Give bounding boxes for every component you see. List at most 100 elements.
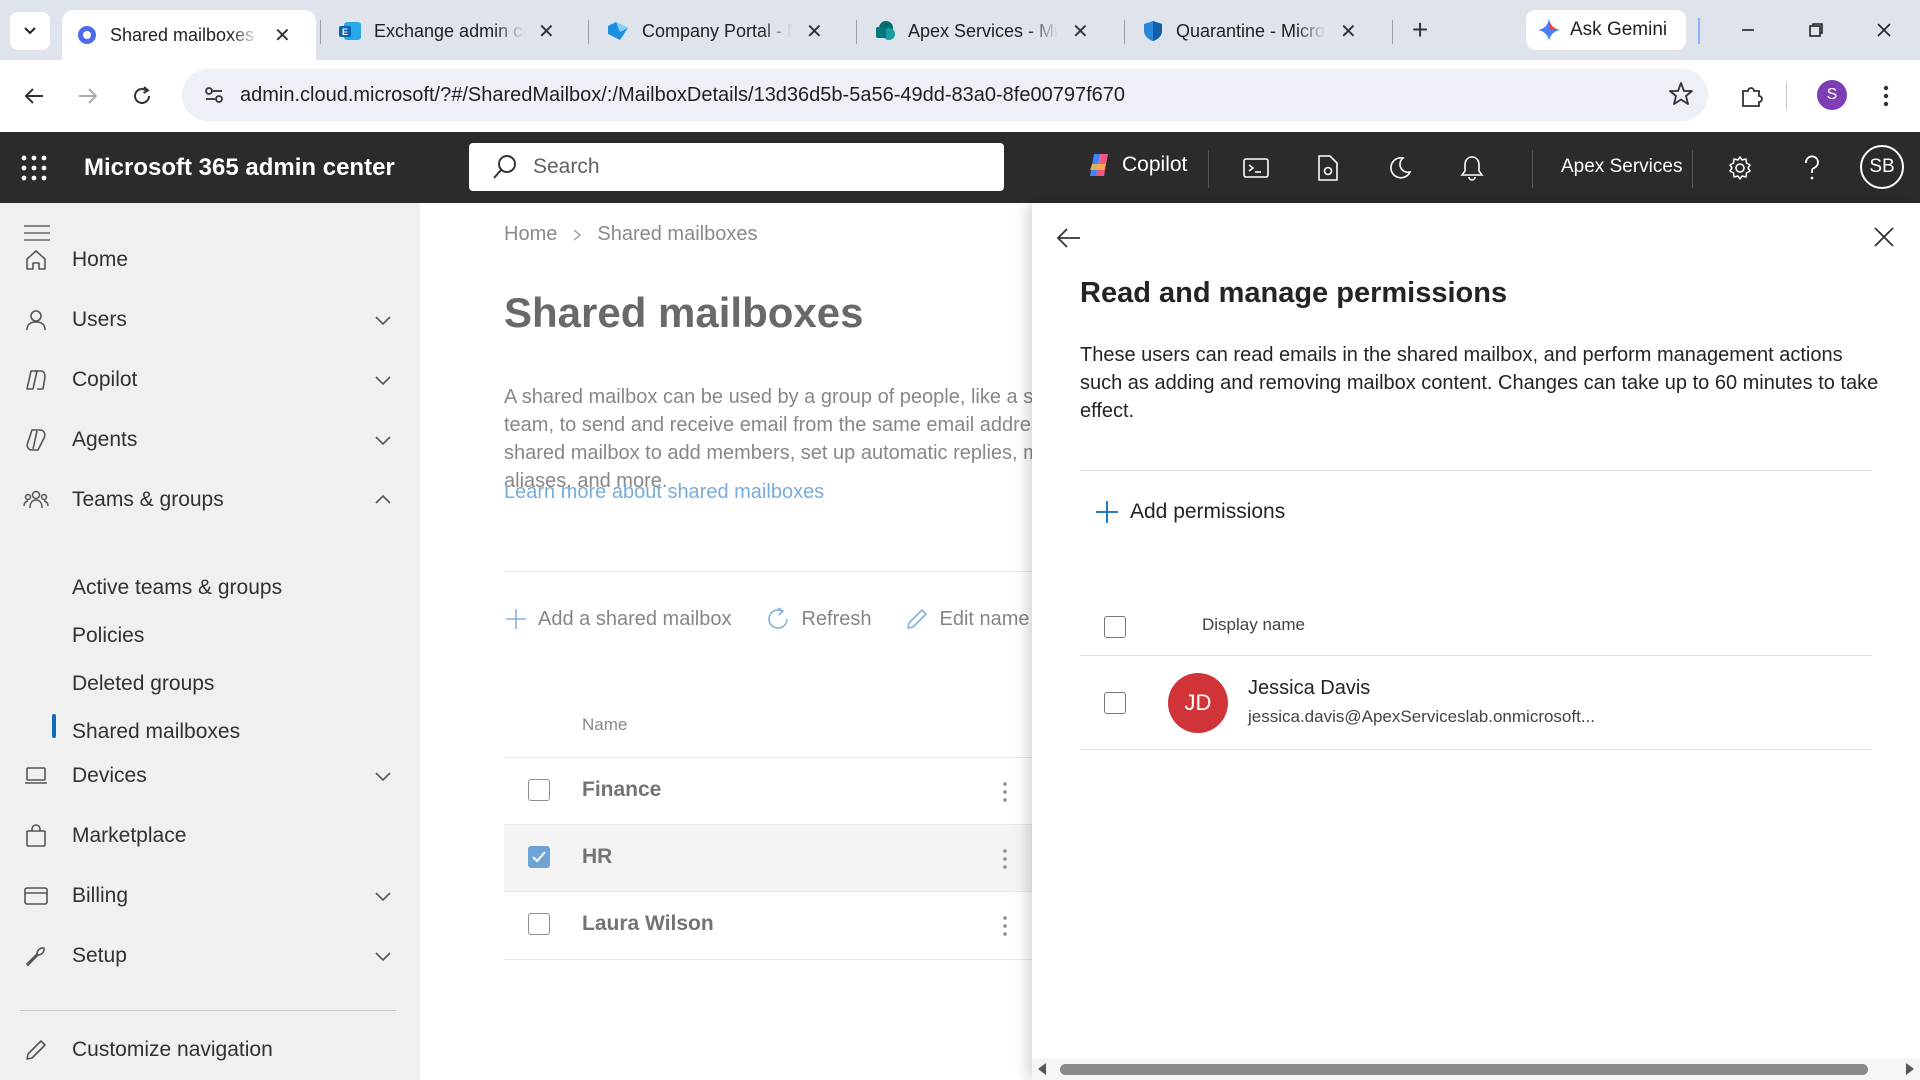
nav-label: Marketplace	[72, 824, 187, 847]
nav-sub-policies[interactable]: Policies	[72, 624, 144, 648]
browser-menu-button[interactable]	[1868, 78, 1904, 114]
gemini-label: Ask Gemini	[1570, 19, 1668, 40]
select-all-checkbox[interactable]	[1104, 616, 1126, 638]
puzzle-icon	[1742, 87, 1763, 107]
close-tab-icon[interactable]: ✕	[538, 19, 555, 44]
chevron-down-icon[interactable]	[372, 309, 394, 331]
chevron-down-icon[interactable]	[372, 429, 394, 451]
divider	[1080, 470, 1872, 471]
intune-icon	[608, 22, 628, 40]
tab-separator	[1698, 18, 1700, 44]
restore-button[interactable]	[1796, 12, 1836, 48]
bookmark-star-icon[interactable]	[1668, 81, 1694, 112]
app-launcher-waffle-icon[interactable]	[20, 154, 48, 182]
chevron-down-icon[interactable]	[372, 369, 394, 391]
panel-overlay[interactable]	[420, 203, 1032, 1080]
tab-separator	[588, 20, 589, 44]
scroll-right-arrow-icon[interactable]	[1906, 1063, 1914, 1075]
close-tab-icon[interactable]: ✕	[274, 23, 291, 48]
reload-button[interactable]	[124, 78, 160, 114]
nav-sub-shared-mailboxes[interactable]: Shared mailboxes	[72, 720, 240, 744]
shopping-bag-icon	[22, 822, 50, 850]
copilot-button[interactable]: Copilot	[1086, 152, 1187, 178]
table-row[interactable]: JD Jessica Davis jessica.davis@ApexServi…	[1080, 657, 1872, 749]
minimize-icon	[1742, 29, 1754, 31]
close-tab-icon[interactable]: ✕	[1072, 19, 1089, 44]
dark-mode-button[interactable]	[1382, 150, 1418, 186]
browser-tab-company-portal[interactable]: Company Portal - Microsoft ✕	[592, 10, 846, 52]
forward-button[interactable]	[70, 78, 106, 114]
browser-profile-avatar[interactable]: S	[1817, 80, 1847, 110]
close-icon[interactable]	[1870, 223, 1898, 251]
extensions-button[interactable]	[1734, 78, 1770, 114]
header-separator	[1532, 150, 1533, 188]
browser-tab-apex-services[interactable]: Apex Services - Microsoft ✕	[860, 10, 1114, 52]
nav-item-customize[interactable]: Customize navigation	[0, 1025, 420, 1075]
help-button[interactable]	[1794, 150, 1830, 186]
user-display-name: Jessica Davis	[1248, 677, 1371, 699]
person-icon	[22, 306, 50, 334]
nav-label: Users	[72, 308, 127, 331]
user-avatar[interactable]: SB	[1860, 145, 1904, 189]
horizontal-scrollbar[interactable]	[1032, 1058, 1920, 1080]
scroll-left-arrow-icon[interactable]	[1038, 1063, 1046, 1075]
nav-item-billing[interactable]: Billing	[0, 871, 420, 921]
close-tab-icon[interactable]: ✕	[806, 19, 823, 44]
tab-search-button[interactable]	[10, 12, 50, 50]
nav-item-agents[interactable]: Agents	[0, 415, 420, 465]
close-window-button[interactable]	[1864, 12, 1904, 48]
nav-item-devices[interactable]: Devices	[0, 751, 420, 801]
scrollbar-thumb[interactable]	[1060, 1064, 1868, 1075]
chevron-down-icon[interactable]	[372, 945, 394, 967]
copilot-label: Copilot	[1122, 153, 1188, 176]
org-name[interactable]: Apex Services	[1561, 156, 1682, 178]
nav-item-setup[interactable]: Setup	[0, 931, 420, 981]
nav-item-home[interactable]: Home	[0, 235, 420, 285]
nav-label: Home	[72, 248, 129, 271]
tab-separator	[320, 20, 321, 44]
minimize-button[interactable]	[1728, 12, 1768, 48]
search-input[interactable]: Search	[469, 143, 1004, 191]
cloud-shell-button[interactable]	[1238, 150, 1274, 186]
nav-sub-deleted-groups[interactable]: Deleted groups	[72, 672, 214, 696]
user-email: jessica.davis@ApexServiceslab.onmicrosof…	[1248, 707, 1596, 726]
arrow-left-icon	[24, 88, 43, 104]
ask-gemini-button[interactable]: Ask Gemini	[1526, 10, 1686, 50]
nav-label: Copilot	[72, 368, 138, 391]
browser-tab-quarantine[interactable]: Quarantine - Microsoft ✕	[1128, 10, 1382, 52]
nav-item-teams-groups[interactable]: Teams & groups	[0, 475, 420, 525]
browser-tab-exchange[interactable]: E Exchange admin center ✕	[324, 10, 578, 52]
column-header-display-name[interactable]: Display name	[1202, 615, 1305, 635]
notifications-button[interactable]	[1454, 150, 1490, 186]
close-tab-icon[interactable]: ✕	[1340, 19, 1357, 44]
pencil-icon	[22, 1036, 50, 1064]
nav-item-copilot[interactable]: Copilot	[0, 355, 420, 405]
settings-button[interactable]	[1722, 150, 1758, 186]
document-settings-button[interactable]	[1310, 150, 1346, 186]
document-gear-icon	[1318, 155, 1338, 181]
chevron-up-icon[interactable]	[372, 489, 394, 511]
nav-item-marketplace[interactable]: Marketplace	[0, 811, 420, 861]
sharepoint-icon	[876, 21, 895, 40]
table-divider	[1080, 655, 1872, 656]
address-bar[interactable]: admin.cloud.microsoft/?#/SharedMailbox/:…	[182, 69, 1708, 121]
chevron-down-icon[interactable]	[372, 765, 394, 787]
search-icon	[493, 155, 516, 179]
site-info-icon[interactable]	[200, 81, 228, 109]
browser-tab-shared-mailboxes[interactable]: Shared mailboxes - Microsoft 365 admin c…	[62, 10, 316, 60]
back-button[interactable]	[16, 78, 52, 114]
new-tab-button[interactable]: +	[1404, 14, 1436, 46]
arrow-left-icon[interactable]	[1054, 223, 1084, 253]
nav-item-users[interactable]: Users	[0, 295, 420, 345]
left-navigation: Home Users Copilot Agents Teams & groups…	[0, 203, 420, 1080]
plus-icon	[1096, 501, 1118, 523]
add-permissions-button[interactable]: Add permissions	[1094, 499, 1285, 525]
home-icon	[22, 246, 50, 274]
table-divider	[1080, 749, 1872, 750]
app-title[interactable]: Microsoft 365 admin center	[84, 154, 395, 182]
exchange-icon: E	[339, 22, 361, 40]
agents-icon	[22, 426, 50, 454]
nav-sub-active-teams[interactable]: Active teams & groups	[72, 576, 282, 600]
chevron-down-icon[interactable]	[372, 885, 394, 907]
row-checkbox[interactable]	[1104, 692, 1126, 714]
